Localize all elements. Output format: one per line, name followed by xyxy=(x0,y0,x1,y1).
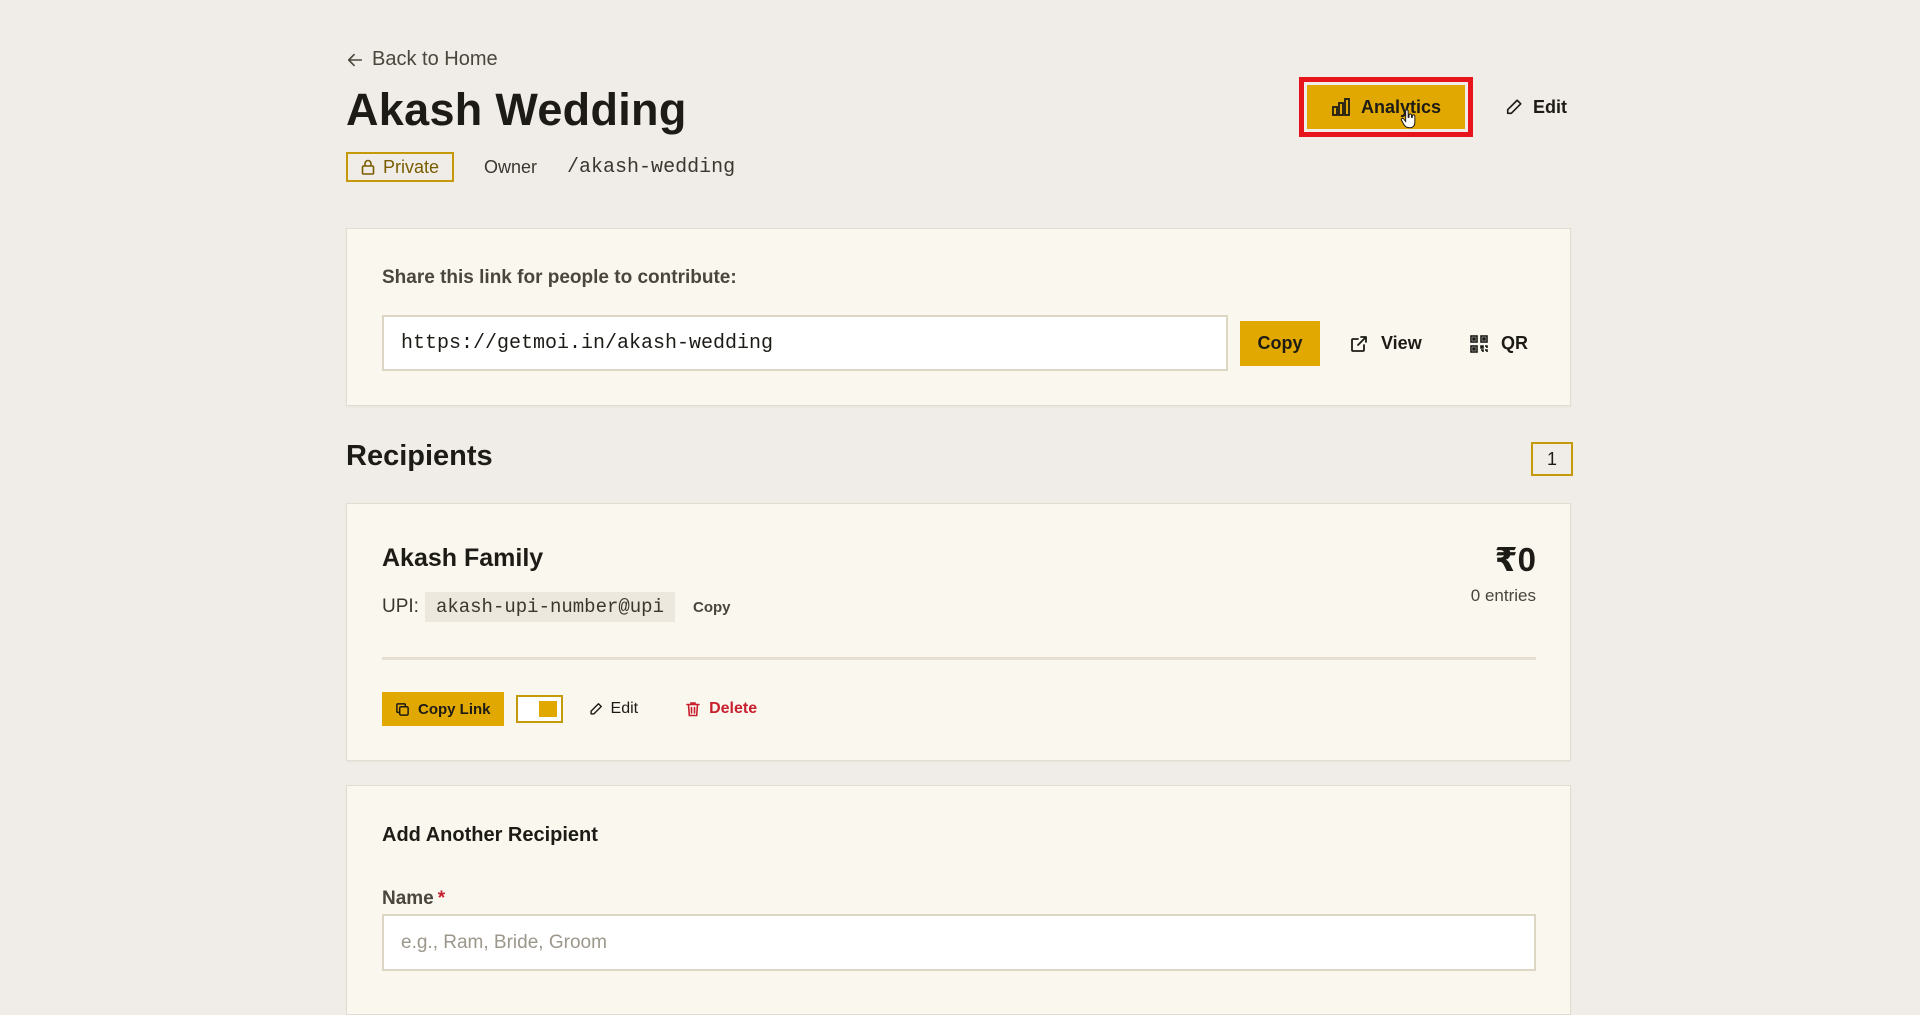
upi-value: akash-upi-number@upi xyxy=(424,592,675,622)
role-label: Owner xyxy=(484,156,538,177)
page-title: Akash Wedding xyxy=(346,84,687,135)
private-badge-label: Private xyxy=(383,156,440,177)
analytics-button[interactable]: Analytics xyxy=(1306,85,1465,129)
analytics-highlight: Analytics xyxy=(1298,77,1473,137)
copy-upi-button[interactable]: Copy xyxy=(693,599,731,616)
edit-page-label: Edit xyxy=(1533,96,1567,117)
name-label-text: Name xyxy=(382,888,434,909)
view-label: View xyxy=(1381,333,1422,353)
trash-icon xyxy=(686,702,700,717)
pencil-icon xyxy=(1506,99,1522,115)
share-link-label: Share this link for people to contribute… xyxy=(382,267,737,288)
recipient-name: Akash Family xyxy=(382,544,544,572)
private-badge: Private xyxy=(346,152,455,182)
copy-link-label: Copy Link xyxy=(418,700,491,718)
recipient-name-input[interactable] xyxy=(382,914,1536,971)
qr-code-button[interactable]: QR xyxy=(1469,321,1528,366)
upi-row: UPI: akash-upi-number@upi Copy xyxy=(382,592,731,622)
header-actions: Analytics Edit xyxy=(1298,77,1573,137)
edit-recipient-label: Edit xyxy=(610,700,639,717)
copy-icon xyxy=(396,702,409,716)
recipients-count-badge: 1 xyxy=(1531,442,1573,476)
back-to-home-label: Back to Home xyxy=(372,48,498,70)
bar-chart-icon xyxy=(1332,98,1350,116)
recipient-card: Akash Family UPI: akash-upi-number@upi C… xyxy=(346,503,1571,761)
add-recipient-card: Add Another Recipient Name * xyxy=(346,785,1571,1015)
recipient-entries-count: 0 entries xyxy=(1470,586,1536,605)
recipient-active-toggle[interactable] xyxy=(515,695,563,723)
back-to-home-link[interactable]: Back to Home xyxy=(346,48,498,71)
name-field-label: Name * xyxy=(382,888,445,910)
required-marker: * xyxy=(437,888,446,909)
add-recipient-heading: Add Another Recipient xyxy=(382,824,598,846)
copy-share-link-button[interactable]: Copy xyxy=(1240,321,1320,366)
recipients-heading: Recipients xyxy=(346,440,493,472)
recipient-actions: Copy Link Edit Delete xyxy=(382,692,757,726)
edit-recipient-button[interactable]: Edit xyxy=(589,700,639,718)
qr-code-icon xyxy=(1470,334,1488,353)
external-link-icon xyxy=(1351,335,1367,352)
delete-recipient-button[interactable]: Delete xyxy=(686,700,757,718)
lock-icon xyxy=(361,159,375,175)
share-link-card: Share this link for people to contribute… xyxy=(346,228,1571,406)
upi-label: UPI: xyxy=(382,596,419,617)
recipient-amount: ₹0 xyxy=(1494,541,1536,578)
toggle-knob xyxy=(538,701,557,717)
share-url-field[interactable]: https://getmoi.in/akash-wedding xyxy=(382,315,1228,371)
view-page-button[interactable]: View xyxy=(1349,321,1422,366)
page-meta-row: Private Owner /akash-wedding xyxy=(346,152,735,182)
divider xyxy=(382,657,1536,660)
hand-pointer-icon xyxy=(1400,109,1416,129)
arrow-left-icon xyxy=(347,53,363,66)
qr-label: QR xyxy=(1501,333,1528,353)
page-slug: /akash-wedding xyxy=(567,155,736,179)
edit-page-button[interactable]: Edit xyxy=(1499,89,1573,126)
copy-link-button[interactable]: Copy Link xyxy=(382,692,504,726)
delete-label: Delete xyxy=(709,700,758,717)
pencil-icon xyxy=(589,703,602,715)
